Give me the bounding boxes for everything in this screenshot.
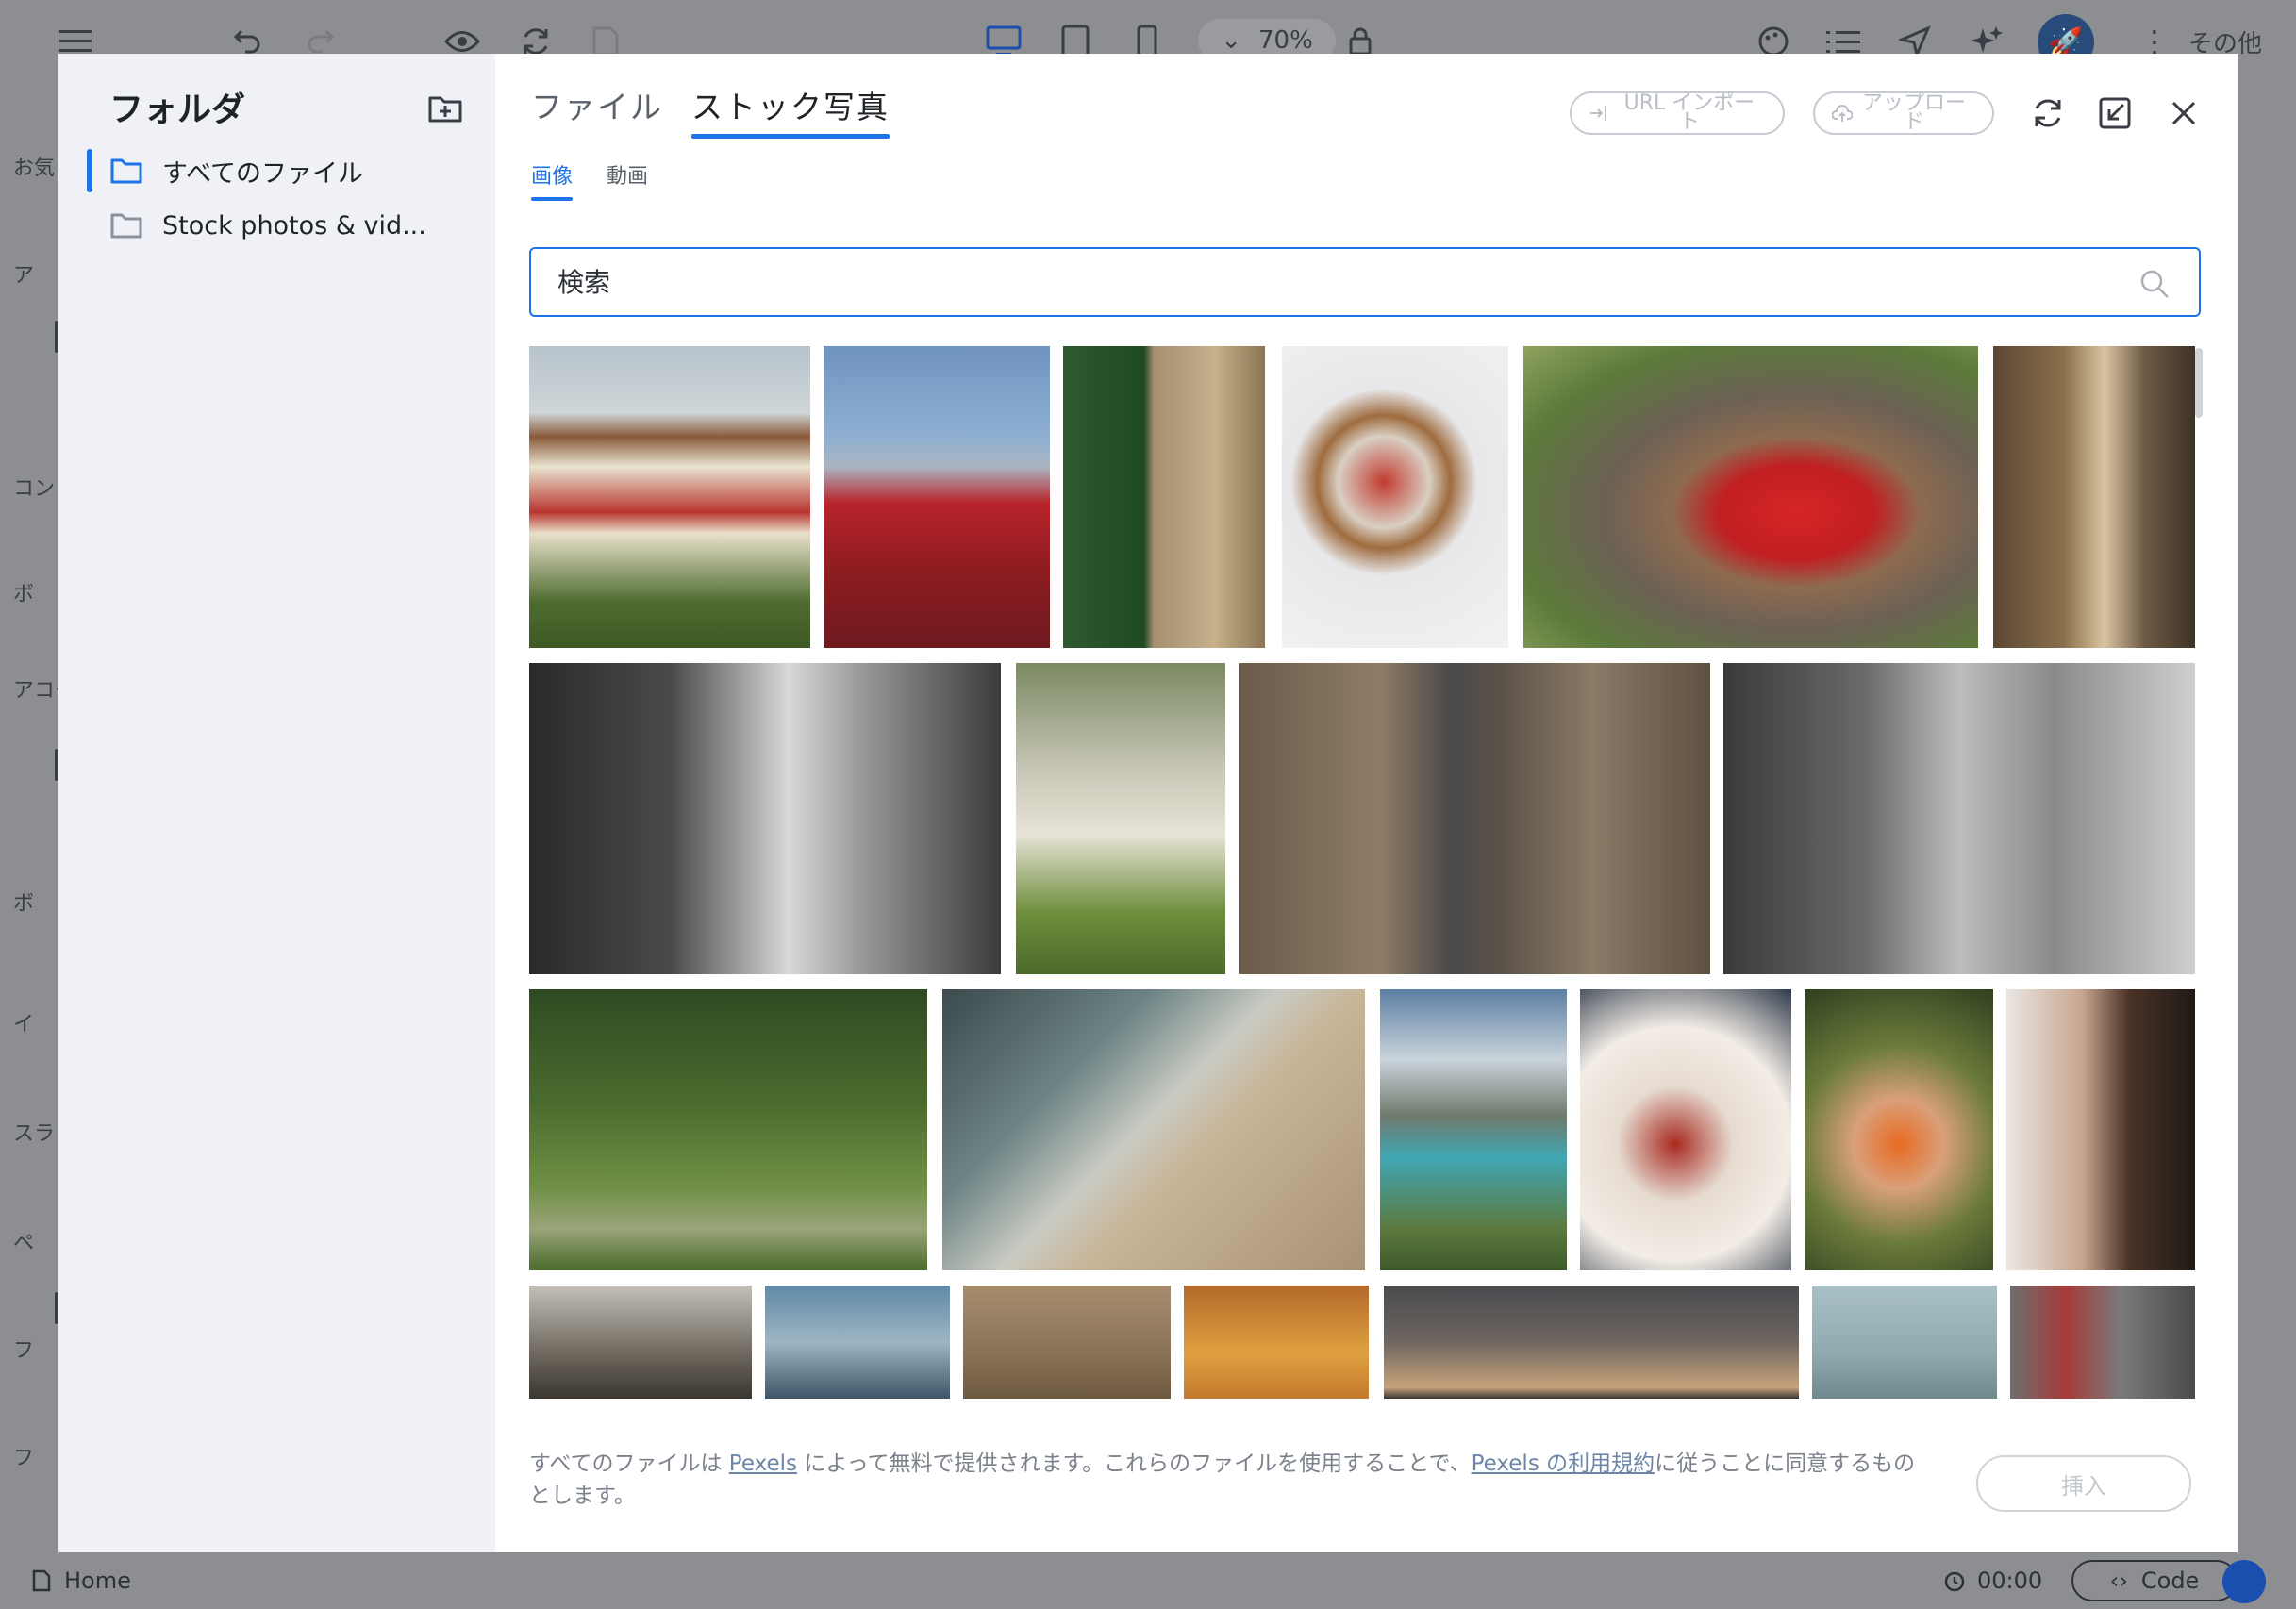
close-icon[interactable] [2162,91,2205,135]
photo-tea-table[interactable] [1580,989,1791,1270]
pexels-disclaimer: すべてのファイルは Pexels によって無料で提供されます。これらのファイルを… [529,1448,1925,1512]
photo-cloudy-sky[interactable] [765,1286,950,1399]
tab-files[interactable]: ファイル [531,82,663,127]
search-box[interactable] [529,247,2201,317]
disclaimer-text: すべてのファイルは [529,1451,729,1476]
upload-cloud-icon [1832,105,1853,122]
upload-button[interactable]: アップロード [1813,91,1994,135]
sidebar-item-all-files[interactable]: すべてのファイル [109,148,363,193]
zoom-value: 70% [1258,26,1313,55]
photo-bw-church[interactable] [529,663,1001,974]
photo-misty-landscape[interactable] [1812,1286,1997,1399]
collapse-window-icon[interactable] [2093,91,2137,135]
import-icon [1590,106,1606,121]
editor-status-bar: Home 00:00 ‹› Code [0,1552,2296,1609]
photo-hand-berries[interactable] [1805,989,1993,1270]
chevron-down-icon: ⌄ [1221,26,1241,55]
search-input[interactable] [531,266,2116,298]
url-import-button[interactable]: URL インポート [1570,91,1785,135]
left-label: イ [13,1013,35,1037]
photo-beach-aerial[interactable] [942,989,1365,1270]
code-button[interactable]: ‹› Code [2071,1560,2238,1601]
sidebar-item-label: すべてのファイル [162,158,364,189]
photo-grid [529,346,2195,1450]
left-label: フ [13,1447,35,1470]
photo-observatory[interactable] [1384,1286,1799,1399]
photo-fruit-bowl[interactable] [1282,346,1508,648]
editor-left-panel: お気 ア コン ボ アコー ボ イ スラ ペ フ フ [0,81,75,1552]
subtab-videos[interactable]: 動画 [607,159,648,190]
disclaimer-text: によって無料で提供されます。これらのファイルを使用することで、 [797,1451,1472,1476]
pexels-terms-link[interactable]: Pexels の利用規約 [1472,1451,1655,1476]
file-browser: ファイル ストック写真 URL インポート アップロード 画像 動画 検索 すべ… [495,54,2238,1552]
left-label: ペ [13,1232,35,1255]
timer: 00:00 [1943,1568,2042,1594]
upload-label: アップロード [1862,91,1967,134]
editor-right-panel [2238,81,2296,1552]
folder-icon [110,213,142,239]
left-label: お気 [13,157,56,180]
left-label: ボ [13,583,35,606]
code-icon: ‹› [2109,1568,2128,1594]
tab-stock-photos[interactable]: ストック写真 [691,82,890,139]
page-indicator[interactable]: Home [32,1568,131,1594]
folder-icon [110,158,142,184]
code-label: Code [2140,1568,2200,1594]
photo-sand-footprints[interactable] [963,1286,1171,1399]
photo-alpine-chalet[interactable] [529,346,810,648]
new-folder-icon[interactable] [426,90,464,127]
refresh-icon[interactable] [2026,91,2070,135]
subtab-images[interactable]: 画像 [531,159,574,201]
photo-red-round-door[interactable] [1523,346,1978,648]
photo-woman-portrait[interactable] [2006,989,2195,1270]
timer-value: 00:00 [1977,1568,2043,1594]
file-manager-modal: フォルダ すべてのファイル Stock photos & vid... ファイル… [58,54,2238,1552]
left-label: コン [13,477,56,501]
left-label: フ [13,1339,35,1363]
shield-icon[interactable] [2222,1560,2266,1603]
left-label: ボ [13,892,35,916]
insert-button[interactable]: 挿入 [1976,1455,2191,1512]
photo-tree-path[interactable] [529,989,927,1270]
left-label: スラ [13,1122,56,1146]
sidebar-item-label: Stock photos & vid... [162,210,426,241]
page-icon [32,1569,51,1592]
photo-graffiti-wall[interactable] [2010,1286,2195,1399]
photo-narrow-alley[interactable] [1993,346,2195,648]
photo-street-aerial[interactable] [1239,663,1710,974]
pexels-link[interactable]: Pexels [729,1451,797,1476]
gallery-scrollbar[interactable] [2195,348,2203,418]
photo-gothic-window[interactable] [529,1286,752,1399]
photo-sunset[interactable] [1184,1286,1369,1399]
active-indicator [87,149,92,192]
search-icon[interactable] [2138,268,2171,300]
photo-couple-field[interactable] [1016,663,1225,974]
photo-mountain-lake[interactable] [1380,989,1567,1270]
folder-sidebar: フォルダ すべてのファイル Stock photos & vid... [58,54,495,1552]
photo-green-door[interactable] [1063,346,1265,648]
photo-street-artist[interactable] [1723,663,2195,974]
url-import-label: URL インポート [1623,91,1755,134]
left-label: ア [13,264,35,288]
photo-monks[interactable] [824,346,1050,648]
page-name: Home [64,1568,131,1594]
clock-icon [1944,1571,1965,1592]
folder-title: フォルダ [109,91,246,129]
sidebar-item-stock-photos[interactable]: Stock photos & vid... [109,203,426,248]
